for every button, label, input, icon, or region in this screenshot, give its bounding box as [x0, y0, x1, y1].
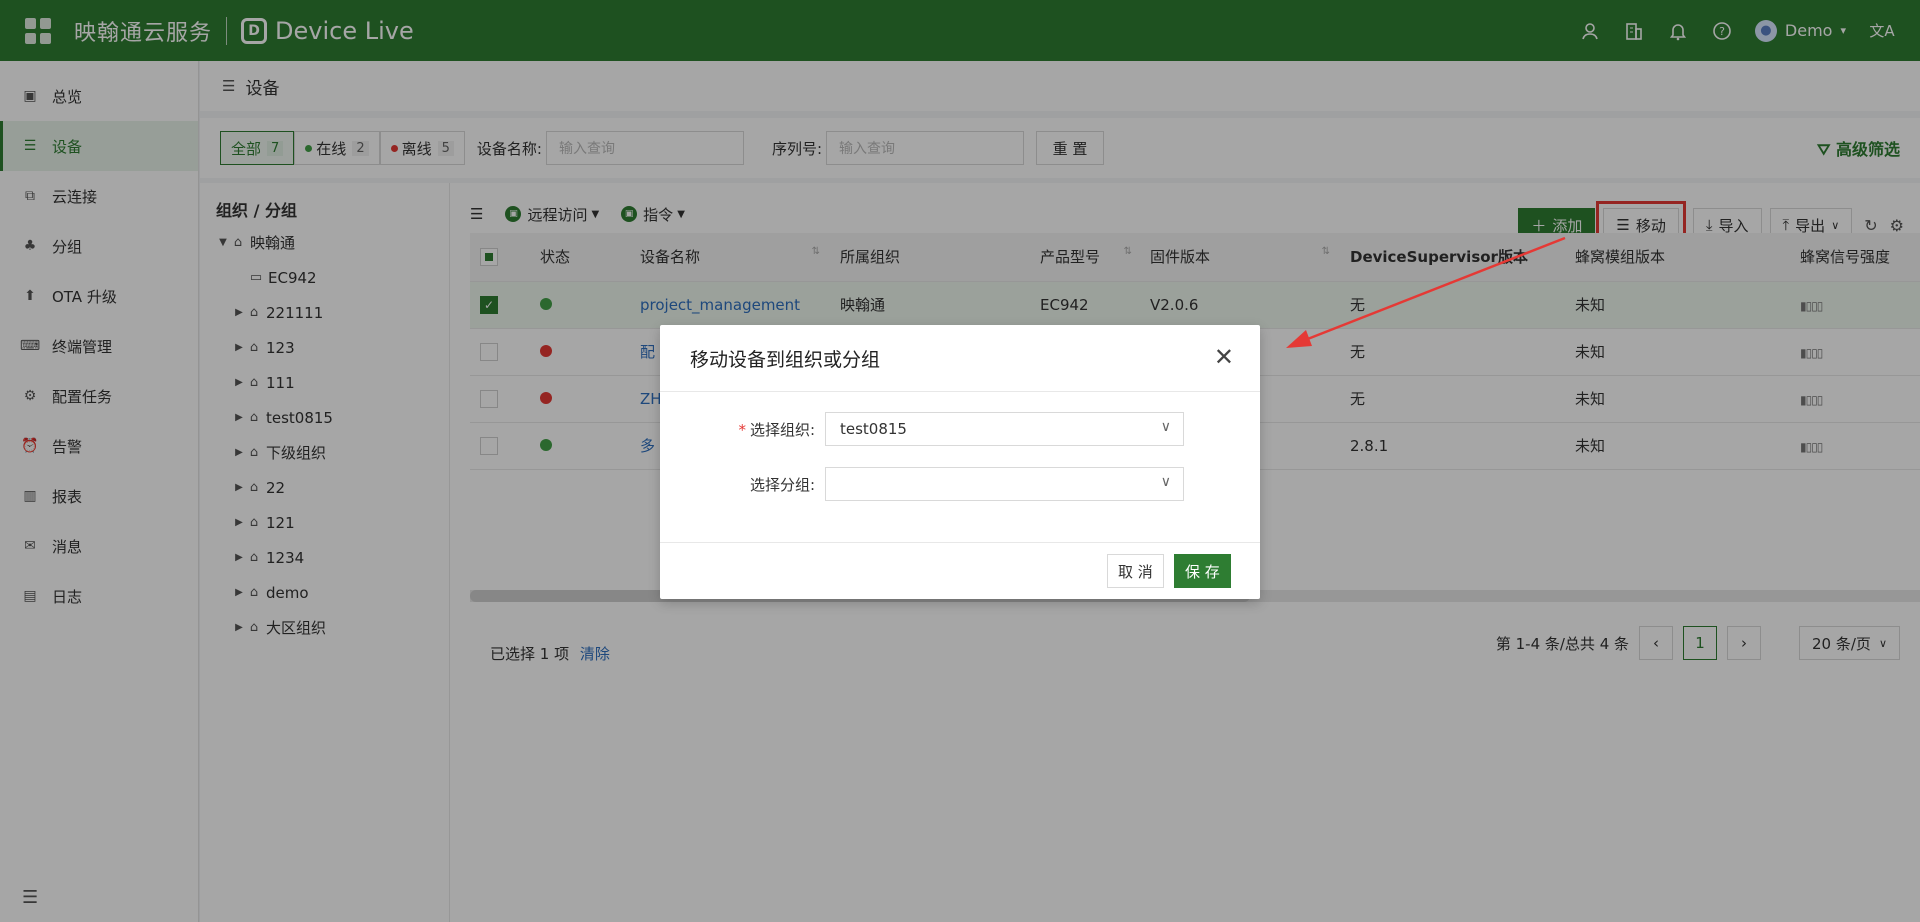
move-device-dialog: 移动设备到组织或分组 ✕ * 选择组织: test0815 ∨ 选择分组: ∨ 取 … [660, 325, 1260, 599]
dialog-footer: 取 消 保 存 [660, 542, 1260, 599]
group-select[interactable]: ∨ [825, 467, 1184, 501]
chevron-down-icon: ∨ [1160, 474, 1171, 490]
dialog-title: 移动设备到组织或分组 [660, 325, 1260, 392]
cancel-button[interactable]: 取 消 [1107, 554, 1164, 588]
save-button[interactable]: 保 存 [1174, 554, 1231, 588]
group-select-label: 选择分组: [749, 475, 815, 494]
chevron-down-icon: ∨ [1160, 419, 1171, 435]
org-select[interactable]: test0815 ∨ [825, 412, 1184, 446]
required-mark: * [738, 420, 746, 439]
org-select-value: test0815 [840, 420, 907, 438]
org-select-label: * 选择组织: [660, 419, 825, 440]
org-select-row: * 选择组织: test0815 ∨ [660, 412, 1260, 446]
close-icon[interactable]: ✕ [1214, 345, 1234, 369]
group-select-row: 选择分组: ∨ [660, 467, 1260, 501]
org-label-text: 选择组织: [749, 420, 815, 439]
